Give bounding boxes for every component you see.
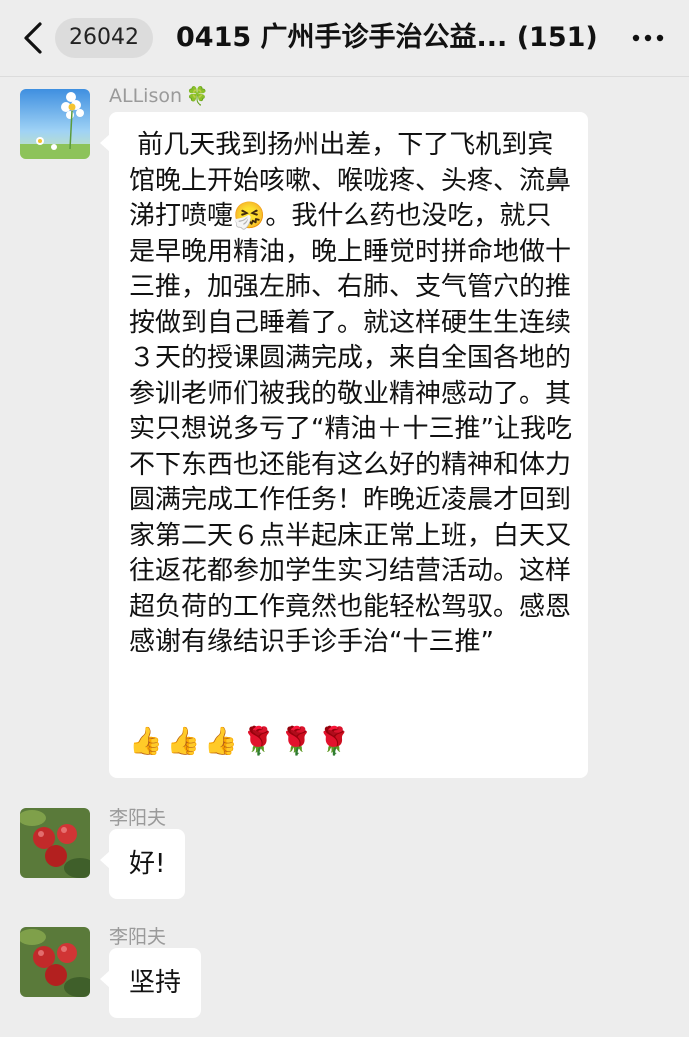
chat-header: 26042 0415 广州手诊手治公益... (151) [0,0,689,77]
back-icon[interactable] [18,20,52,56]
message-emojis: 👍👍👍🌹🌹🌹 [129,726,355,757]
message-bubble[interactable]: 坚持 [99,948,202,1018]
apple-avatar-image [20,927,90,997]
message-bubble[interactable]: 好! [99,829,186,899]
apple-avatar-image [20,808,90,878]
avatar-li-yangfu[interactable] [20,927,90,997]
sender-name-text: ALLison [109,85,183,107]
sender-name: ALLison 🍀 [109,85,208,107]
sender-name: 李阳夫 [109,807,167,829]
daisy-avatar-image [20,89,90,159]
sender-name: 李阳夫 [109,926,167,948]
avatar-li-yangfu[interactable] [20,808,90,878]
chat-title: 0415 广州手诊手治公益... (151) [176,22,598,53]
more-options-icon[interactable] [628,25,668,51]
message-text: 前几天我到扬州出差，下了飞机到宾馆晚上开始咳嗽、喉咙疼、头疼、流鼻涕打喷嚏🤧。我… [129,130,572,657]
clover-icon: 🍀 [186,86,209,107]
message-bubble[interactable]: 前几天我到扬州出差，下了飞机到宾馆晚上开始咳嗽、喉咙疼、头疼、流鼻涕打喷嚏🤧。我… [100,112,588,778]
avatar-allison[interactable] [20,89,90,159]
unread-count-badge[interactable]: 26042 [55,18,153,58]
